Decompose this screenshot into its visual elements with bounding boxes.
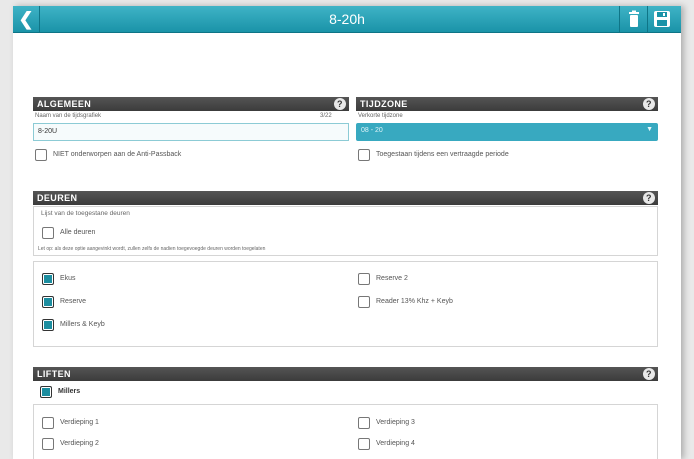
doors-note: Let op: als deze optie aangevinkt wordt,… (38, 246, 266, 252)
section-title: ALGEMEEN (37, 99, 92, 109)
door-checkbox-reader[interactable] (358, 296, 370, 308)
timezone-select-label: Verkorte tijdzone (358, 113, 403, 119)
help-icon[interactable]: ? (643, 368, 655, 380)
section-header-tijdzone: TIJDZONE ? (356, 97, 658, 111)
name-label: Naam van de tijdsgrafiek (35, 113, 102, 119)
section-header-deuren: DEUREN ? (33, 191, 658, 205)
floor-label: Verdieping 4 (376, 440, 415, 447)
timezone-select[interactable]: 08 - 20 ▼ (356, 123, 658, 141)
door-checkbox-millers-keyb[interactable] (42, 319, 54, 331)
floor-label: Verdieping 3 (376, 419, 415, 426)
section-header-liften: LIFTEN ? (33, 367, 658, 381)
help-icon[interactable]: ? (643, 98, 655, 110)
lift-group-checkbox-millers[interactable] (40, 386, 52, 398)
page-title: 8-20h (329, 11, 365, 27)
doors-list-panel (33, 261, 658, 347)
lift-group-label: Millers (58, 388, 81, 395)
floor-checkbox-4[interactable] (358, 438, 370, 450)
floor-checkbox-3[interactable] (358, 417, 370, 429)
trash-icon[interactable] (625, 10, 643, 28)
divider (619, 6, 620, 32)
delayed-period-label: Toegestaan tijdens een vertraagde period… (376, 151, 509, 158)
anti-passback-label: NIET onderworpen aan de Anti-Passback (53, 151, 182, 158)
delayed-period-checkbox[interactable] (358, 149, 370, 161)
section-title: DEUREN (37, 193, 78, 203)
doors-list-label: Lijst van de toegestane deuren (41, 210, 130, 217)
door-checkbox-ekus[interactable] (42, 273, 54, 285)
door-label: Millers & Keyb (60, 321, 105, 328)
top-bar: ❮ 8-20h (13, 6, 681, 33)
help-icon[interactable]: ? (334, 98, 346, 110)
app-window: ❮ 8-20h ALGEMEEN ? Naam van de tijdsgraf… (13, 6, 681, 459)
all-doors-label: Alle deuren (60, 229, 96, 236)
section-title: TIJDZONE (360, 99, 408, 109)
chevron-down-icon: ▼ (646, 126, 653, 133)
save-icon[interactable] (653, 10, 671, 28)
floor-label: Verdieping 1 (60, 419, 99, 426)
timezone-select-value: 08 - 20 (361, 127, 383, 134)
name-counter: 3/22 (320, 113, 332, 119)
section-title: LIFTEN (37, 369, 71, 379)
floor-checkbox-2[interactable] (42, 438, 54, 450)
schedule-name-input[interactable]: 8-20U (33, 123, 349, 141)
help-icon[interactable]: ? (643, 192, 655, 204)
door-label: Reserve 2 (376, 275, 408, 282)
door-label: Ekus (60, 275, 76, 282)
door-checkbox-reserve[interactable] (42, 296, 54, 308)
floor-label: Verdieping 2 (60, 440, 99, 447)
all-doors-checkbox[interactable] (42, 227, 54, 239)
anti-passback-checkbox[interactable] (35, 149, 47, 161)
door-checkbox-reserve-2[interactable] (358, 273, 370, 285)
door-label: Reader 13% Khz + Keyb (376, 298, 453, 305)
divider (647, 6, 648, 32)
floor-checkbox-1[interactable] (42, 417, 54, 429)
door-label: Reserve (60, 298, 87, 305)
section-header-algemeen: ALGEMEEN ? (33, 97, 349, 111)
lift-floors-panel (33, 404, 658, 459)
